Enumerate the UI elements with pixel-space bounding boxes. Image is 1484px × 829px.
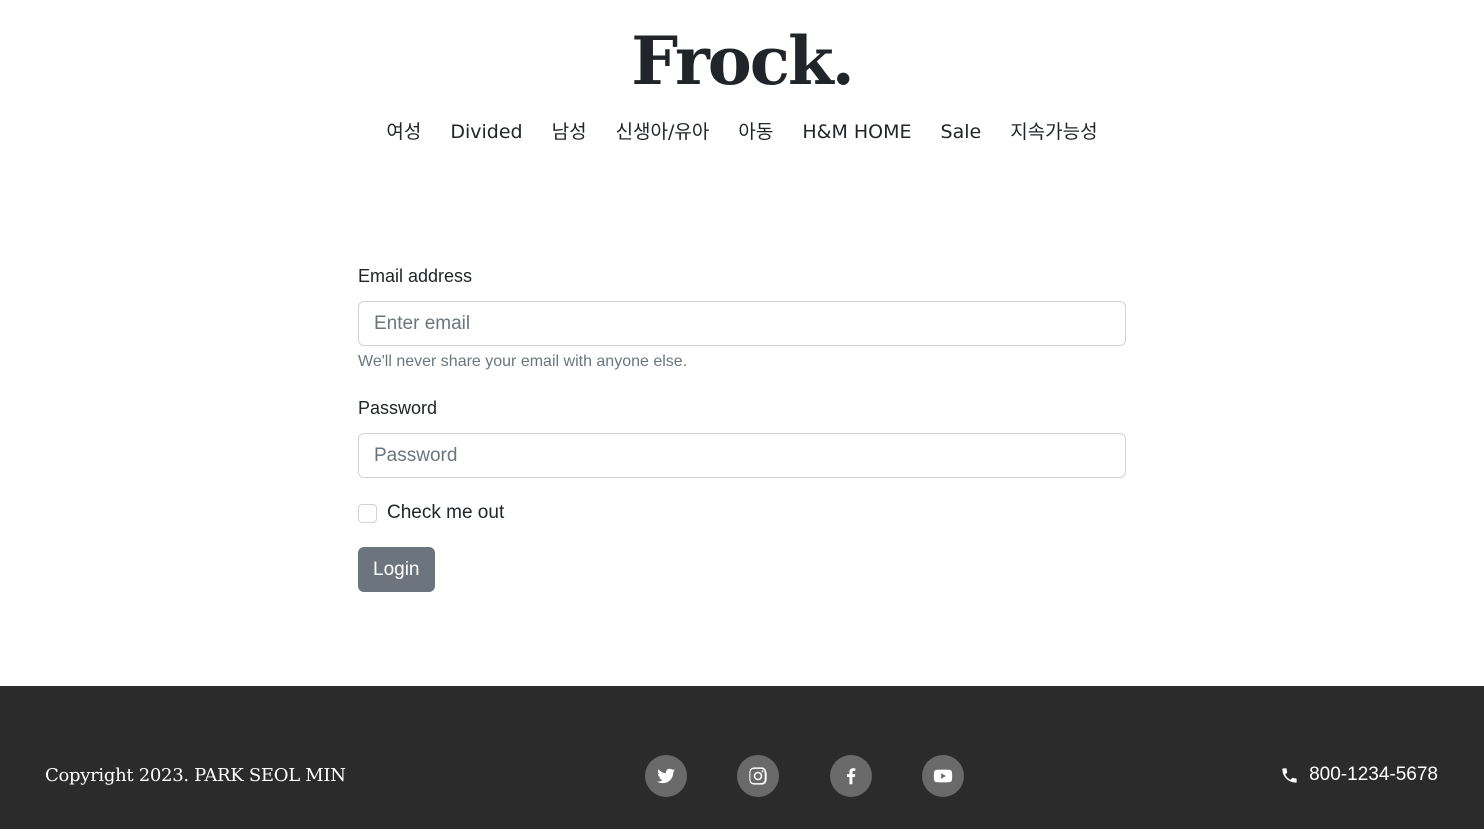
nav-item-sale[interactable]: Sale (926, 118, 996, 146)
check-me-out-checkbox[interactable] (358, 503, 377, 523)
email-help-text: We'll never share your email with anyone… (358, 353, 688, 370)
footer: Copyright 2023. PARK SEOL MIN 800-1234-5… (0, 686, 1484, 829)
login-button[interactable]: Login (358, 547, 435, 592)
youtube-icon[interactable] (922, 755, 964, 797)
nav-item-women[interactable]: 여성 (372, 118, 436, 146)
phone-icon (1282, 767, 1297, 783)
copyright-text: Copyright 2023. PARK SEOL MIN (45, 765, 346, 786)
email-input[interactable] (358, 301, 1126, 346)
twitter-icon[interactable] (645, 755, 687, 797)
facebook-icon[interactable] (830, 755, 872, 797)
login-form: Email address We'll never share your ema… (358, 263, 1126, 592)
brand-logo[interactable]: Frock. (0, 22, 1484, 100)
nav-item-baby[interactable]: 신생아/유아 (601, 118, 724, 146)
phone-contact[interactable]: 800-1234-5678 (1280, 764, 1438, 786)
checkbox-row: Check me out (358, 501, 1126, 525)
main-nav: 여성 Divided 남성 신생아/유아 아동 H&M HOME Sale 지속… (0, 118, 1484, 146)
password-label: Password (358, 398, 438, 418)
instagram-icon[interactable] (737, 755, 779, 797)
password-input[interactable] (358, 433, 1126, 478)
nav-item-kids[interactable]: 아동 (724, 118, 788, 146)
checkbox-label[interactable]: Check me out (387, 502, 504, 524)
phone-number: 800-1234-5678 (1309, 764, 1438, 785)
nav-item-sustainability[interactable]: 지속가능성 (996, 118, 1112, 146)
nav-item-home[interactable]: H&M HOME (788, 118, 926, 146)
email-label: Email address (358, 266, 473, 286)
nav-item-men[interactable]: 남성 (537, 118, 601, 146)
nav-item-divided[interactable]: Divided (436, 118, 537, 146)
